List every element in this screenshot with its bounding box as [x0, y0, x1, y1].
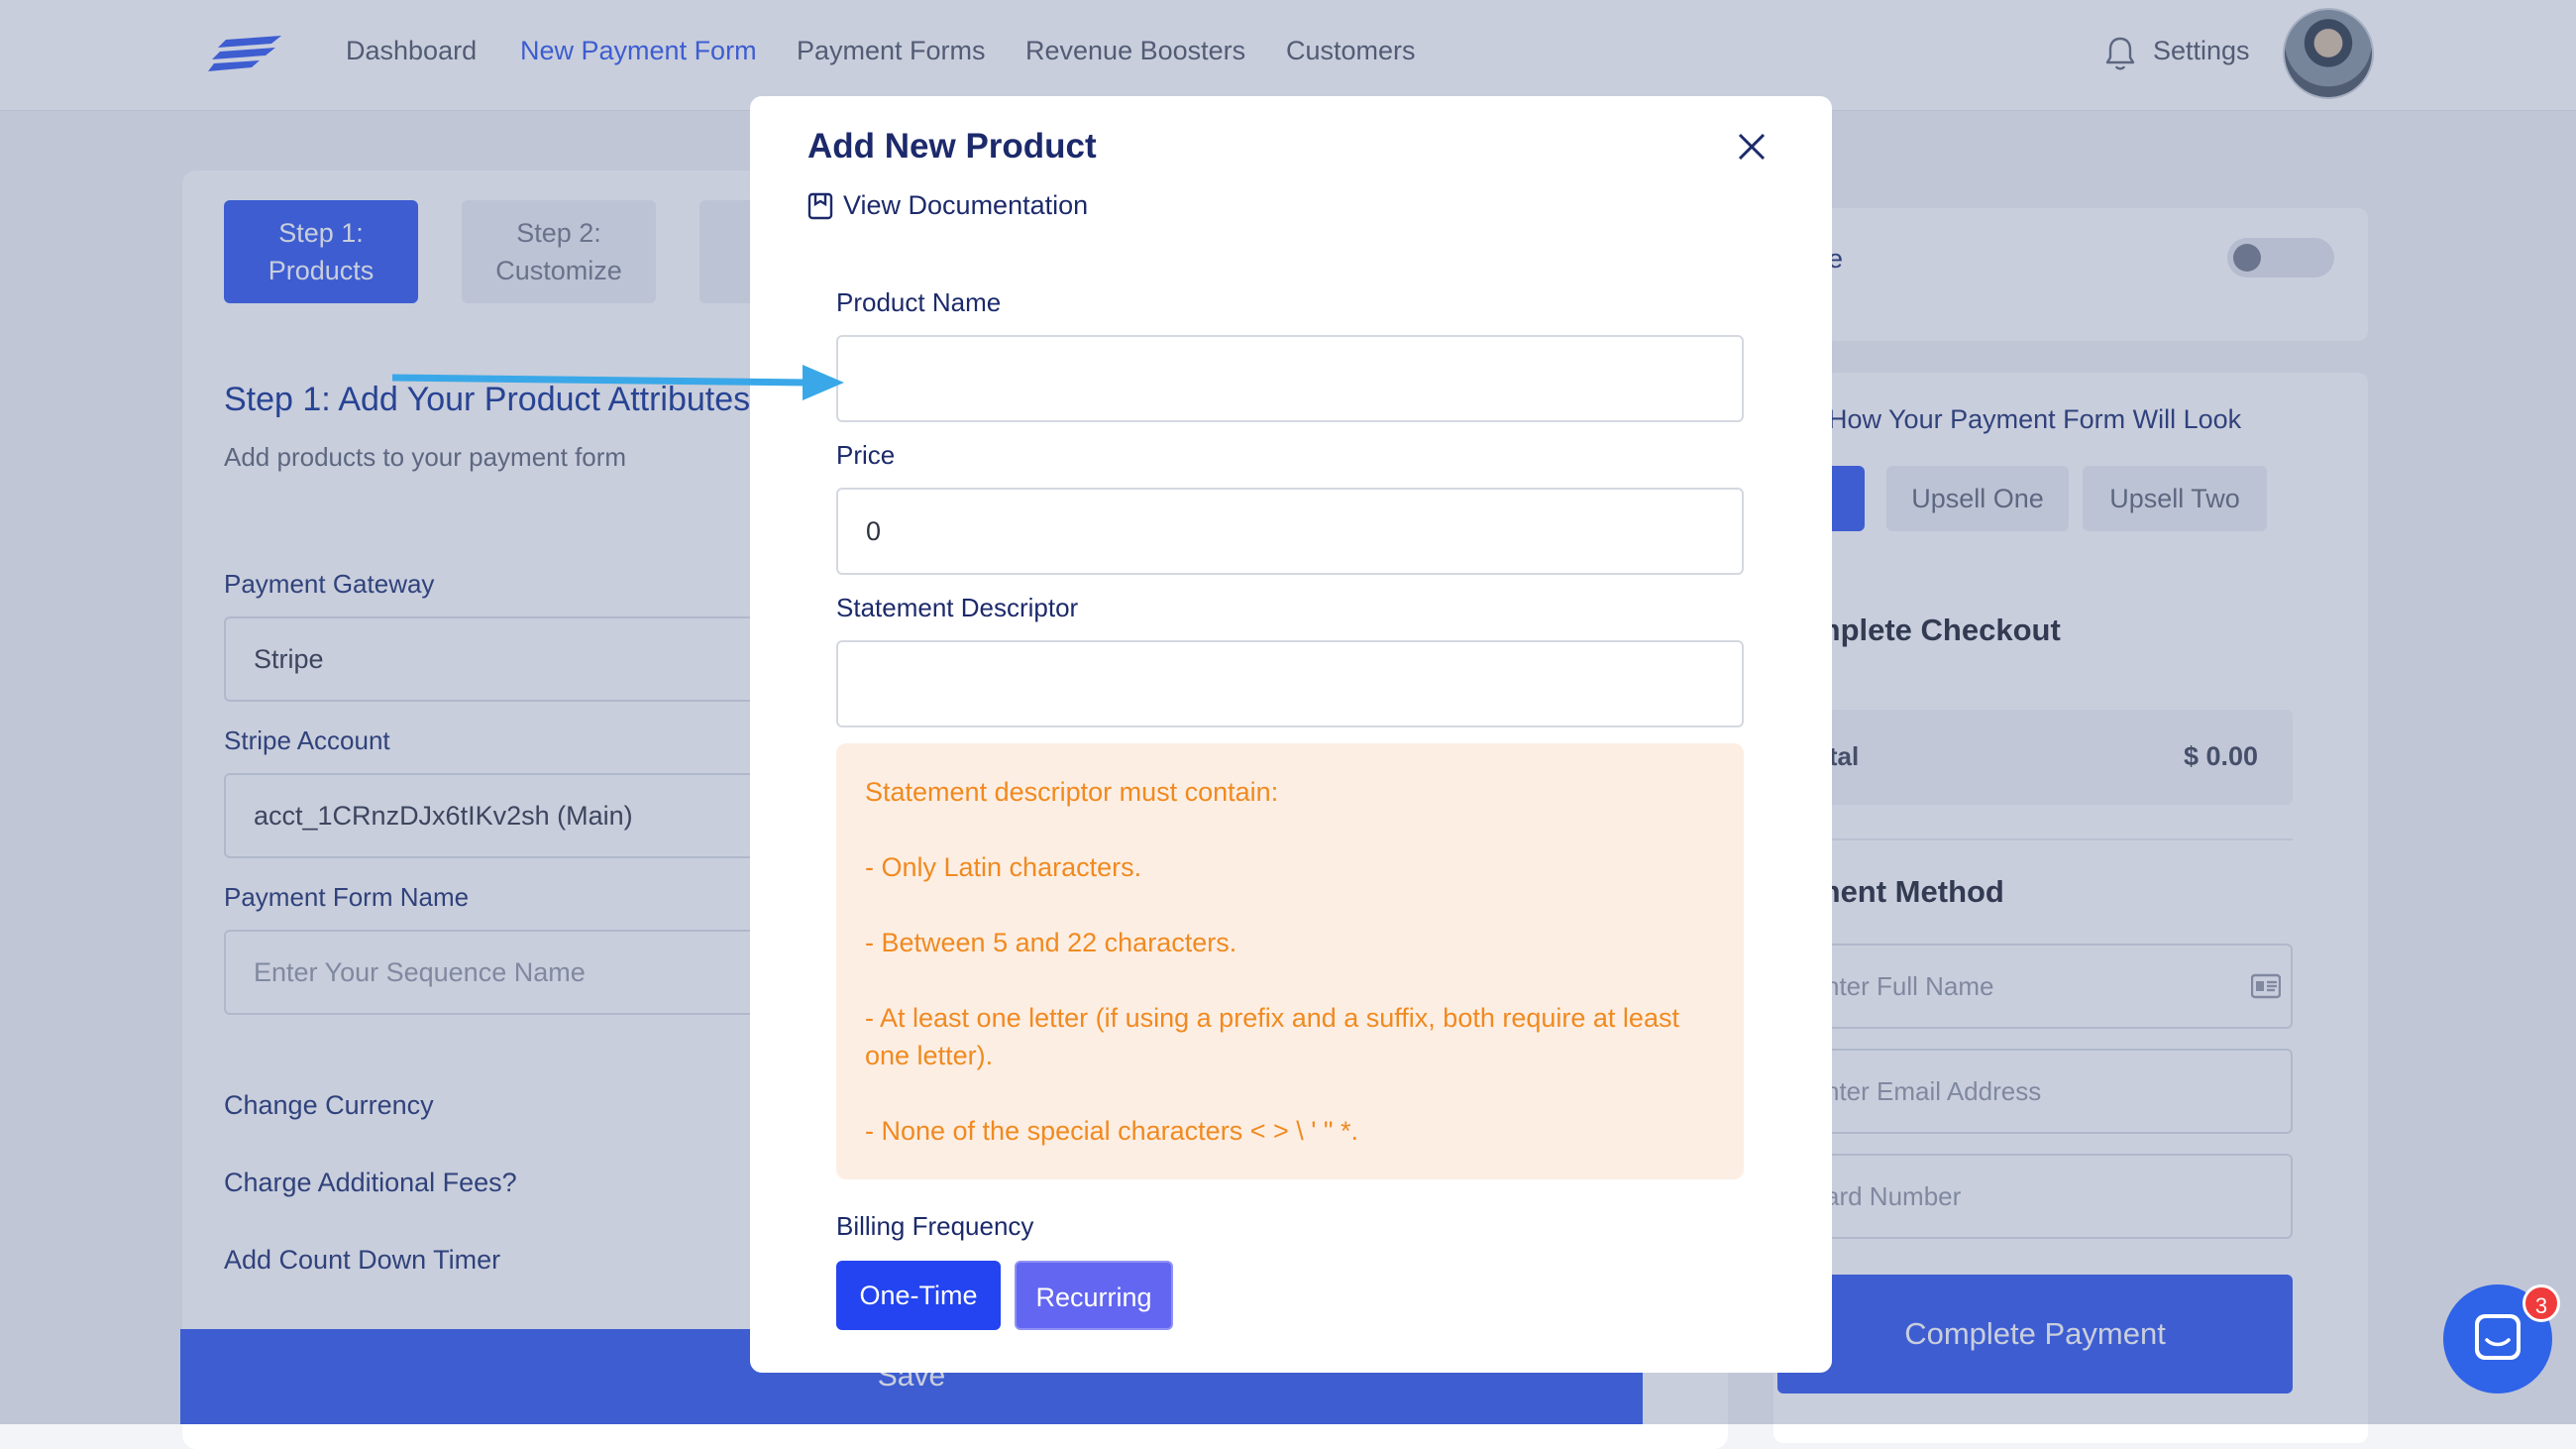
modal-title: Add New Product	[807, 127, 1097, 166]
pointer-arrow-icon	[392, 365, 844, 400]
warning-line: - Between 5 and 22 characters.	[865, 928, 1237, 957]
warning-line: Statement descriptor must contain:	[865, 777, 1279, 807]
price-input[interactable]: 0	[836, 488, 1744, 575]
warning-line: - Only Latin characters.	[865, 852, 1142, 882]
view-documentation-link[interactable]: View Documentation	[807, 190, 1088, 221]
billing-frequency-label: Billing Frequency	[836, 1211, 1034, 1241]
statement-descriptor-label: Statement Descriptor	[836, 593, 1079, 622]
close-icon[interactable]	[1734, 129, 1770, 165]
statement-descriptor-input[interactable]	[836, 640, 1744, 727]
view-documentation-label: View Documentation	[843, 190, 1089, 220]
chat-unread-badge: 3	[2522, 1284, 2560, 1322]
price-label: Price	[836, 440, 896, 470]
product-name-label: Product Name	[836, 287, 1002, 317]
product-name-input[interactable]	[836, 335, 1744, 422]
one-time-button[interactable]: One-Time	[836, 1261, 1001, 1330]
document-icon	[807, 192, 833, 219]
warning-line: - None of the special characters < > \ '…	[865, 1116, 1358, 1146]
recurring-button[interactable]: Recurring	[1015, 1261, 1173, 1330]
warning-line: - At least one letter (if using a prefix…	[865, 1003, 1679, 1070]
